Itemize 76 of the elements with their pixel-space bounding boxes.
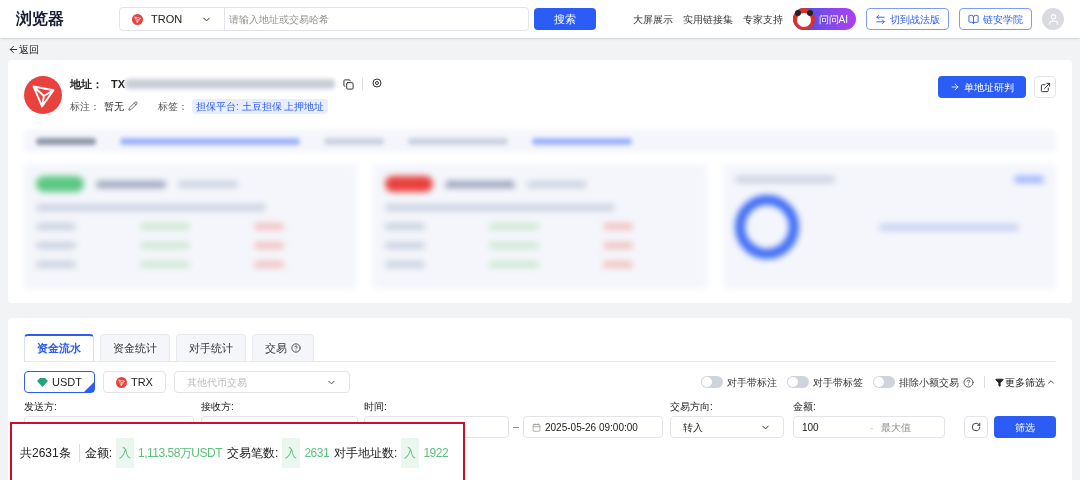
end-time-input[interactable]: 2025-05-26 09:00:00 bbox=[523, 416, 663, 438]
toggle-switch[interactable] bbox=[701, 376, 723, 388]
address-label: 地址： bbox=[70, 77, 103, 92]
token-button[interactable]: TRX bbox=[102, 371, 166, 393]
outline-button[interactable]: 链安学院 bbox=[959, 8, 1032, 30]
amount-label: 金额: bbox=[793, 400, 817, 414]
ai-button[interactable]: 问问AI bbox=[792, 8, 856, 30]
book-icon bbox=[968, 13, 979, 25]
range-separator: - bbox=[870, 420, 874, 435]
tab[interactable]: 资金流水 bbox=[24, 334, 94, 361]
time-label: 时间: bbox=[364, 400, 388, 414]
address-tag: 担保平台: 土豆担保 上押地址 bbox=[192, 98, 329, 114]
summary-value: 1,113.58万USDT bbox=[138, 445, 223, 462]
tab[interactable]: 对手统计 bbox=[176, 334, 246, 361]
summary-label: 对手地址数: bbox=[334, 445, 398, 462]
sender-label: 发送方: bbox=[24, 400, 58, 414]
tab[interactable]: 资金统计 bbox=[100, 334, 170, 361]
external-link-icon bbox=[1039, 81, 1051, 93]
remark-value: 暂无 bbox=[104, 99, 124, 114]
nav-link[interactable]: 专家支持 bbox=[742, 11, 783, 27]
external-link-button[interactable] bbox=[1034, 76, 1056, 98]
toggle-label: 对手带标签 bbox=[813, 375, 863, 390]
summary-value: 1922 bbox=[423, 445, 449, 462]
summary-label: 金额: bbox=[84, 445, 113, 462]
toggle-label: 对手带标注 bbox=[727, 375, 777, 390]
nav-link[interactable]: 大屏展示 bbox=[632, 11, 673, 27]
toggle-switch[interactable] bbox=[873, 376, 895, 388]
more-filters-button[interactable]: 更多筛选 bbox=[995, 374, 1056, 390]
direction-label: 交易方向: bbox=[670, 400, 714, 414]
amount-min-input[interactable]: 100 bbox=[802, 419, 862, 435]
tron-icon bbox=[132, 13, 143, 25]
back-link[interactable]: 返回 bbox=[8, 38, 39, 60]
summary-value: 2631 bbox=[304, 445, 330, 462]
refresh-icon bbox=[971, 422, 981, 432]
gem-icon bbox=[37, 377, 48, 387]
toggle-label: 排除小额交易 bbox=[899, 375, 959, 390]
direction-select[interactable]: 转入 bbox=[670, 416, 784, 438]
swap-icon bbox=[875, 13, 886, 25]
receiver-label: 接收方: bbox=[201, 400, 235, 414]
nav-link[interactable]: 实用链接集 bbox=[682, 11, 733, 27]
filter-button[interactable]: 筛选 bbox=[994, 416, 1056, 438]
direction-badge: 入 bbox=[282, 438, 301, 468]
reset-button[interactable] bbox=[964, 416, 988, 438]
edit-icon[interactable] bbox=[128, 101, 138, 111]
chain-select[interactable]: TRON bbox=[120, 8, 225, 30]
amount-max-input[interactable]: 最大值 bbox=[881, 419, 942, 435]
search-bar[interactable]: TRON 请输入地址或交易哈希 bbox=[119, 7, 529, 31]
direction-badge: 入 bbox=[401, 438, 420, 468]
filter-icon bbox=[995, 377, 1004, 387]
tag-label: 标签： bbox=[158, 99, 188, 114]
calendar-icon bbox=[532, 422, 541, 432]
analyze-button[interactable]: 单地址研判 bbox=[938, 76, 1026, 98]
arrow-icon bbox=[950, 82, 960, 92]
chevron-up-icon bbox=[1046, 377, 1056, 387]
summary-label: 交易笔数: bbox=[227, 445, 279, 462]
back-arrow-icon bbox=[8, 43, 19, 55]
token-button[interactable]: USDT bbox=[24, 371, 95, 393]
panda-icon bbox=[792, 8, 815, 30]
copy-icon[interactable] bbox=[343, 78, 355, 90]
target-icon[interactable] bbox=[371, 78, 384, 91]
selected-corner bbox=[83, 382, 94, 392]
direction-badge: 入 bbox=[116, 438, 135, 468]
outline-button[interactable]: 切到战法版 bbox=[866, 8, 949, 30]
remark-label: 标注： bbox=[70, 99, 100, 114]
tron-icon bbox=[115, 376, 127, 388]
search-button[interactable]: 搜索 bbox=[534, 8, 596, 30]
address-value: TX bbox=[111, 77, 126, 92]
logo-text: 浏览器 bbox=[16, 9, 65, 29]
toggle-switch[interactable] bbox=[787, 376, 809, 388]
tron-logo bbox=[24, 76, 62, 114]
amount-range-field[interactable]: 100 - 最大值 bbox=[793, 416, 945, 438]
help-icon bbox=[291, 343, 301, 353]
tab[interactable]: 交易 bbox=[252, 334, 314, 361]
help-icon[interactable] bbox=[963, 376, 974, 388]
search-input[interactable]: 请输入地址或交易哈希 bbox=[225, 11, 528, 27]
total-count: 共2631条 bbox=[20, 444, 80, 462]
